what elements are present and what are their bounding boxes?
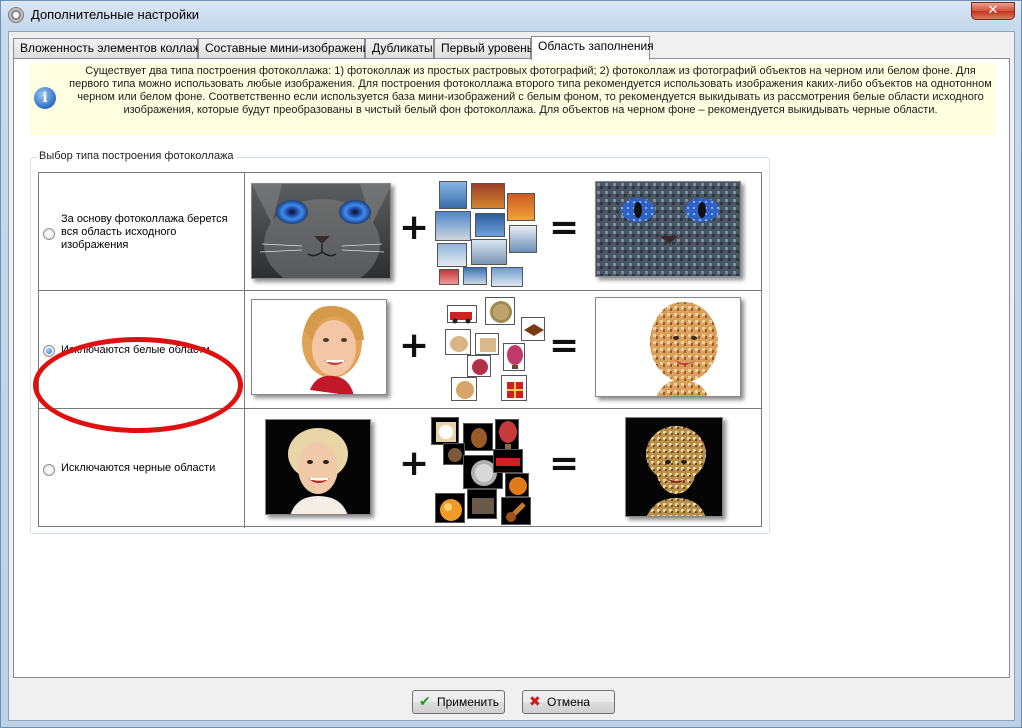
source-photo-marilyn	[265, 419, 371, 515]
apply-button[interactable]: ✔ Применить	[412, 690, 505, 714]
radio-full-area[interactable]	[43, 228, 55, 240]
radio-exclude-black[interactable]	[43, 464, 55, 476]
thumbnail	[435, 493, 465, 523]
plus-sign-1: +	[399, 207, 430, 248]
thumbnail	[471, 183, 505, 209]
thumbnail	[501, 497, 531, 525]
thumbnail	[509, 225, 537, 253]
result-mosaic-marilyn	[625, 417, 723, 517]
equals-sign-1: =	[549, 207, 580, 248]
cancel-button[interactable]: ✖ Отмена	[522, 690, 615, 714]
gear-icon	[8, 7, 24, 23]
thumbnail	[445, 329, 471, 355]
info-text: Существует два типа построения фотоколла…	[69, 65, 992, 116]
info-box: i Существует два типа построения фотокол…	[30, 63, 996, 135]
radio-label-exclude-black[interactable]: Исключаются черные области	[61, 462, 241, 475]
tab-composite-thumbnails[interactable]: Составные мини-изображения	[198, 38, 376, 59]
group-legend: Выбор типа построения фотоколлажа	[37, 150, 236, 162]
equals-sign-2: =	[549, 325, 580, 366]
dialog-client-area: Вложенность элементов коллажа Составные …	[8, 31, 1015, 721]
thumbnail	[447, 305, 477, 324]
highlight-ellipse	[33, 337, 243, 433]
title-bar[interactable]: Дополнительные настройки ✕	[1, 1, 1021, 29]
cancel-button-label: Отмена	[547, 695, 591, 709]
thumbnail	[443, 443, 465, 465]
tab-collage-nesting[interactable]: Вложенность элементов коллажа	[13, 38, 207, 59]
equals-sign-3: =	[549, 443, 580, 484]
tab-duplicates[interactable]: Дубликаты	[365, 38, 434, 59]
source-photo-woman	[251, 299, 387, 395]
result-mosaic-woman	[595, 297, 741, 397]
plus-sign-2: +	[399, 325, 430, 366]
thumbnail	[493, 449, 523, 473]
window-title: Дополнительные настройки	[31, 7, 200, 22]
option-row-full-area: За основу фотоколлажа берется вся област…	[39, 173, 761, 291]
source-photo-cat	[251, 183, 391, 279]
thumbnail	[467, 489, 497, 519]
thumbnail	[451, 377, 477, 401]
thumbnail	[491, 267, 523, 287]
cross-icon: ✖	[529, 694, 541, 710]
thumbnail	[475, 333, 499, 355]
thumbnail	[439, 181, 467, 209]
thumbnail	[463, 267, 487, 285]
info-icon: i	[34, 87, 56, 109]
plus-sign-3: +	[399, 443, 430, 484]
radio-label-full-area[interactable]: За основу фотоколлажа берется вся област…	[61, 213, 241, 252]
thumbnail	[467, 355, 491, 377]
thumbnail	[439, 269, 459, 285]
thumbnail	[495, 419, 519, 453]
tab-fill-area[interactable]: Область заполнения	[531, 36, 654, 60]
thumbnail	[471, 239, 507, 265]
thumbnail	[505, 473, 529, 497]
tab-first-level[interactable]: Первый уровень	[434, 38, 533, 59]
thumbnail	[503, 343, 525, 371]
thumbnail	[521, 317, 545, 341]
thumbnail	[463, 423, 493, 451]
option-cell-full-area[interactable]: За основу фотоколлажа берется вся област…	[39, 173, 245, 290]
thumbnail	[507, 193, 535, 221]
thumbnail	[501, 375, 527, 401]
thumbnail	[431, 417, 459, 445]
thumbnail	[437, 243, 467, 267]
dialog-window: Дополнительные настройки ✕ Вложенность э…	[0, 0, 1022, 728]
thumbnail	[435, 211, 471, 241]
apply-button-label: Применить	[437, 695, 500, 709]
result-mosaic-cat	[595, 181, 741, 277]
close-button[interactable]: ✕	[971, 2, 1015, 20]
checkmark-icon: ✔	[419, 694, 431, 710]
fill-area-panel: i Существует два типа построения фотокол…	[13, 58, 1010, 678]
thumbnail	[485, 297, 515, 325]
thumbnail	[475, 213, 505, 237]
